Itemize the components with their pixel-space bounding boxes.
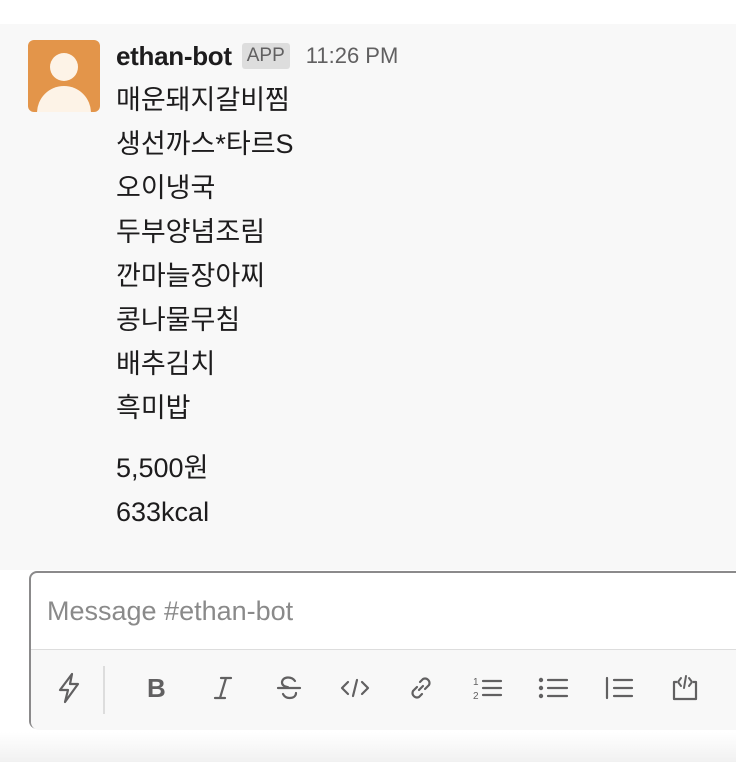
message-header: ethan-bot APP 11:26 PM <box>116 38 398 74</box>
sender-name[interactable]: ethan-bot <box>116 41 232 72</box>
message-composer: B 12 <box>29 571 736 730</box>
menu-item: 두부양념조림 <box>116 217 266 247</box>
svg-text:B: B <box>147 675 166 701</box>
menu-item: 흑미밥 <box>116 393 191 423</box>
slack-window: ethan-bot APP 11:26 PM 매운돼지갈비찜 생선까스*타르S … <box>0 0 736 762</box>
menu-item: 깐마늘장아찌 <box>116 261 266 291</box>
avatar-body-shape <box>37 86 91 112</box>
menu-item: 콩나물무침 <box>116 305 241 335</box>
strikethrough-icon[interactable] <box>269 668 309 708</box>
svg-text:1: 1 <box>473 677 479 688</box>
code-block-icon[interactable] <box>665 668 705 708</box>
formatting-toolbar: B 12 <box>31 649 736 730</box>
app-badge: APP <box>241 43 290 69</box>
avatar-head-shape <box>50 53 78 81</box>
menu-item: 매운돼지갈비찜 <box>116 85 290 115</box>
bot-avatar[interactable] <box>28 40 100 112</box>
bold-icon[interactable]: B <box>137 668 177 708</box>
menu-list: 매운돼지갈비찜 생선까스*타르S 오이냉국 두부양념조림 깐마늘장아찌 콩나물무… <box>116 78 716 430</box>
meal-info: 5,500원 633kcal <box>116 446 716 534</box>
ordered-list-icon[interactable]: 12 <box>467 668 507 708</box>
shortcuts-lightning-icon[interactable] <box>49 668 89 708</box>
svg-text:2: 2 <box>473 691 479 702</box>
code-icon[interactable] <box>335 668 375 708</box>
menu-item: 오이냉국 <box>116 173 216 203</box>
italic-icon[interactable] <box>203 668 243 708</box>
menu-item: 생선까스*타르S <box>116 129 294 159</box>
bulleted-list-icon[interactable] <box>533 668 573 708</box>
calories-text: 633kcal <box>116 497 210 527</box>
toolbar-divider <box>103 666 105 714</box>
menu-item: 배추김치 <box>116 349 216 379</box>
message-timestamp[interactable]: 11:26 PM <box>306 43 399 69</box>
price-text: 5,500원 <box>116 453 209 483</box>
bottom-shadow <box>0 732 736 762</box>
blockquote-icon[interactable] <box>599 668 639 708</box>
link-icon[interactable] <box>401 668 441 708</box>
message-input[interactable] <box>31 573 736 649</box>
